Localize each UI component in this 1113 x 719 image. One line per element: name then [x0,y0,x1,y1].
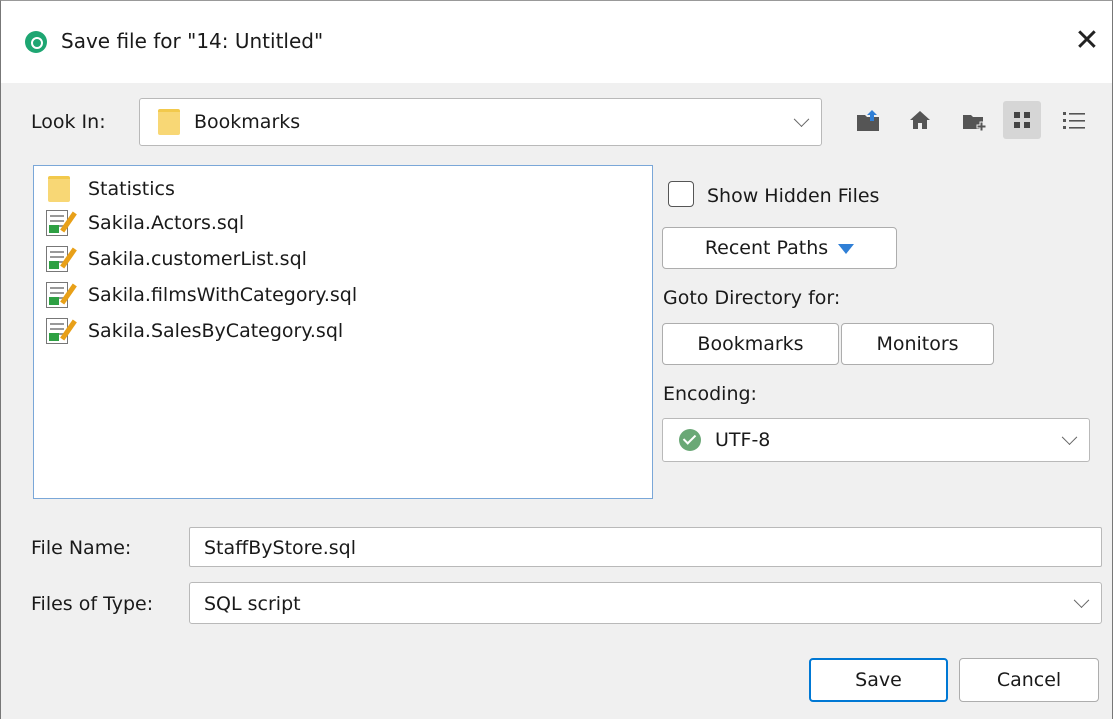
look-in-value: Bookmarks [194,111,301,133]
title-bar: Save file for "14: Untitled" ✕ [1,1,1112,83]
grid-view-icon [1014,112,1030,128]
file-name-value: StaffByStore.sql [204,537,357,559]
sql-file-icon [46,210,68,236]
goto-bookmarks-label: Bookmarks [697,333,804,355]
look-in-combo[interactable]: Bookmarks [139,98,822,146]
home-icon[interactable] [907,107,933,133]
grid-view-button[interactable] [1003,101,1041,139]
file-list[interactable]: Statistics Sakila.Actors.sql Sakila.cust… [33,165,653,499]
save-file-dialog: Save file for "14: Untitled" ✕ Look In: … [0,0,1113,719]
close-button[interactable]: ✕ [1069,23,1105,59]
goto-bookmarks-button[interactable]: Bookmarks [662,323,839,365]
list-item-label: Statistics [88,178,175,200]
encoding-label: Encoding: [663,383,757,405]
goto-monitors-label: Monitors [876,333,959,355]
sql-file-icon [46,246,68,272]
app-logo-icon [25,31,47,53]
list-view-icon[interactable] [1061,107,1087,133]
file-name-label: File Name: [31,537,132,559]
recent-paths-button[interactable]: Recent Paths [662,227,897,269]
check-circle-icon [679,429,701,451]
save-button[interactable]: Save [809,658,948,702]
show-hidden-files-checkbox[interactable] [668,181,694,207]
files-of-type-label: Files of Type: [31,593,154,615]
list-item-label: Sakila.SalesByCategory.sql [88,320,344,342]
recent-paths-label: Recent Paths [704,237,829,259]
sql-file-icon [46,318,68,344]
chevron-down-icon [1061,429,1078,446]
chevron-down-icon [1073,592,1090,609]
chevron-down-icon [793,111,810,128]
show-hidden-files-label: Show Hidden Files [707,185,880,207]
folder-icon [158,109,180,135]
files-of-type-combo[interactable]: SQL script [189,582,1102,624]
up-folder-icon[interactable] [855,107,881,133]
cancel-button-label: Cancel [996,669,1062,691]
cancel-button[interactable]: Cancel [959,658,1099,702]
encoding-value: UTF-8 [715,429,771,451]
new-folder-icon[interactable] [961,107,987,133]
encoding-combo[interactable]: UTF-8 [662,418,1090,462]
save-button-label: Save [855,669,902,691]
triangle-down-icon [838,243,855,254]
goto-directory-label: Goto Directory for: [663,287,841,309]
files-of-type-value: SQL script [204,593,301,615]
window-title: Save file for "14: Untitled" [61,29,324,53]
folder-icon [48,176,70,202]
file-name-input[interactable]: StaffByStore.sql [189,527,1102,567]
goto-monitors-button[interactable]: Monitors [841,323,994,365]
look-in-label: Look In: [31,111,106,133]
list-item-label: Sakila.Actors.sql [88,212,245,234]
sql-file-icon [46,282,68,308]
list-item-label: Sakila.filmsWithCategory.sql [88,284,358,306]
list-item-label: Sakila.customerList.sql [88,248,307,270]
